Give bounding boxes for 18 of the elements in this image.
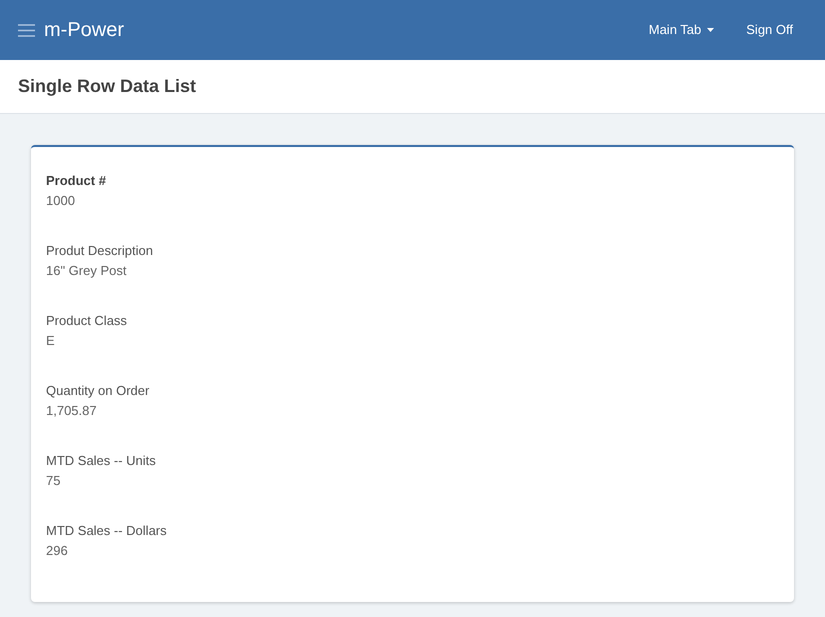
- field-label: Product Class: [46, 313, 128, 329]
- field-value: 16" Grey Post: [46, 263, 128, 279]
- dropdown-menu[interactable]: Main Tab: [648, 20, 714, 40]
- field-value: 296: [46, 543, 69, 559]
- field-value: 75: [46, 473, 62, 489]
- field-label: MTD Sales -- Dollars: [46, 523, 168, 539]
- field-value: 1,705.87: [46, 403, 98, 419]
- field-label: Product #: [46, 173, 107, 189]
- brand-name[interactable]: m-Power: [44, 15, 124, 45]
- caret-icon: [707, 28, 714, 32]
- field-value: 1000: [46, 193, 76, 209]
- nav-link[interactable]: Sign Off: [746, 20, 793, 40]
- menu-icon[interactable]: [18, 24, 35, 36]
- field-label: MTD Sales -- Units: [46, 453, 157, 469]
- field-label: Produt Description: [46, 243, 154, 259]
- field-label: Quantity on Order: [46, 383, 150, 399]
- field-value: E: [46, 333, 56, 349]
- page-title: Single Row Data List: [18, 75, 196, 98]
